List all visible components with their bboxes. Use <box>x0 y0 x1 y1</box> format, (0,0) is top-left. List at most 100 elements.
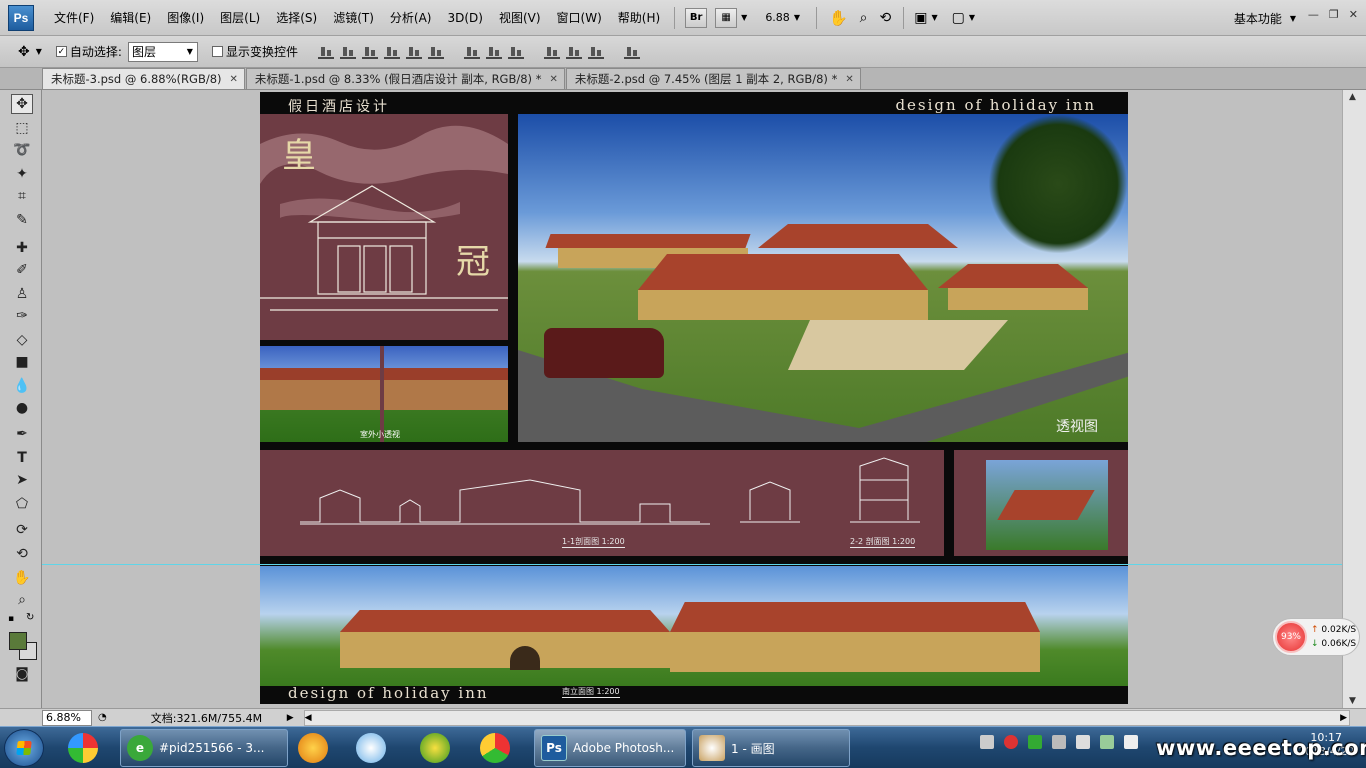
app-icon-ball[interactable] <box>480 733 510 763</box>
photoshop-logo[interactable]: Ps <box>8 4 34 31</box>
taskbar-photoshop[interactable]: Ps Adobe Photosh... <box>534 729 686 767</box>
foreground-color-swatch[interactable] <box>9 632 27 650</box>
menu-file[interactable]: 文件(F) <box>46 0 102 36</box>
magic-wand-tool-icon[interactable]: ✦ <box>11 164 33 184</box>
align-hcenter-icon[interactable] <box>405 45 422 59</box>
volume-icon[interactable] <box>1124 735 1138 749</box>
align-right-icon[interactable] <box>427 45 444 59</box>
chevron-down-icon[interactable]: ▼ <box>36 47 42 56</box>
menu-layer[interactable]: 图层(L) <box>212 0 268 36</box>
crop-tool-icon[interactable]: ⌗ <box>11 186 33 206</box>
move-tool-preset-icon[interactable]: ✥ <box>18 44 30 60</box>
menu-3d[interactable]: 3D(D) <box>439 0 490 36</box>
horizontal-scrollbar[interactable]: ◀ ▶ <box>303 709 1350 726</box>
menu-analysis[interactable]: 分析(A) <box>382 0 440 36</box>
distribute-left-icon[interactable] <box>543 45 560 59</box>
network-icon[interactable] <box>1100 735 1114 749</box>
default-colors-icon[interactable]: ▪ <box>8 614 14 624</box>
app-icon-green[interactable] <box>420 733 450 763</box>
align-left-icon[interactable] <box>383 45 400 59</box>
align-vcenter-icon[interactable] <box>339 45 356 59</box>
3d-orbit-tool-icon[interactable]: ⟲ <box>11 544 33 564</box>
auto-select-checkbox[interactable]: ✓ <box>55 46 67 57</box>
quick-mask-icon[interactable]: ◙ <box>11 664 33 684</box>
pen-tool-icon[interactable]: ✒ <box>11 424 33 444</box>
close-icon[interactable]: ✕ <box>845 74 853 85</box>
taskbar-browser[interactable]: e #pid251566 - 3... <box>120 729 288 767</box>
nvidia-icon[interactable] <box>1028 735 1042 749</box>
canvas-area[interactable]: 假日酒店设计 design of holiday inn 皇 冠 室外小透视 透… <box>42 90 1342 708</box>
hand-tool-icon[interactable]: ✋ <box>829 9 848 27</box>
status-options-icon[interactable]: ◔ <box>98 712 107 723</box>
distribute-top-icon[interactable] <box>463 45 480 59</box>
restore-icon[interactable]: ❐ <box>1329 8 1339 21</box>
scroll-up-icon[interactable]: ▲ <box>1349 92 1356 102</box>
start-button[interactable] <box>4 729 44 767</box>
bridge-button[interactable]: Br <box>685 7 708 28</box>
auto-align-layers-icon[interactable] <box>623 45 640 59</box>
brush-tool-icon[interactable]: ✐ <box>11 260 33 280</box>
security-icon[interactable] <box>1004 735 1018 749</box>
zoom-level-select[interactable]: 6.88 <box>761 11 794 24</box>
tab-document-2[interactable]: 未标题-2.psd @ 7.45% (图层 1 副本 2, RGB/8) * ✕ <box>565 68 861 89</box>
tab-document-1[interactable]: 未标题-1.psd @ 8.33% (假日酒店设计 副本, RGB/8) * ✕ <box>245 68 565 89</box>
eraser-tool-icon[interactable]: ◇ <box>11 330 33 350</box>
chevron-down-icon[interactable]: ▼ <box>794 13 800 22</box>
horizontal-guide[interactable] <box>42 564 1342 565</box>
gradient-tool-icon[interactable]: ■ <box>11 352 33 372</box>
tab-document-3[interactable]: 未标题-3.psd @ 6.88%(RGB/8) ✕ <box>42 68 245 89</box>
document-size-info[interactable]: 文档:321.6M/755.4M <box>151 710 287 726</box>
close-icon[interactable]: ✕ <box>230 74 238 85</box>
rotate-view-icon[interactable]: ⟲ <box>880 10 892 26</box>
taskbar-paint[interactable]: 1 - 画图 <box>692 729 850 767</box>
menu-view[interactable]: 视图(V) <box>491 0 549 36</box>
kuaibo-icon[interactable] <box>298 733 328 763</box>
workspace-switcher[interactable]: 基本功能 ▼ <box>1234 0 1296 36</box>
auto-select-dropdown[interactable]: 图层 ▼ <box>127 41 198 62</box>
scroll-left-icon[interactable]: ◀ <box>305 713 313 723</box>
dodge-tool-icon[interactable]: ● <box>11 398 33 418</box>
menu-window[interactable]: 窗口(W) <box>549 0 610 36</box>
scroll-right-icon[interactable]: ▶ <box>1340 713 1347 723</box>
lasso-tool-icon[interactable]: ➰ <box>11 140 33 160</box>
scroll-down-icon[interactable]: ▼ <box>1349 696 1356 706</box>
align-bottom-icon[interactable] <box>361 45 378 59</box>
chevron-down-icon[interactable]: ▼ <box>741 13 747 22</box>
menu-edit[interactable]: 编辑(E) <box>102 0 159 36</box>
chevron-down-icon[interactable]: ▼ <box>931 13 937 22</box>
healing-brush-tool-icon[interactable]: ✚ <box>11 238 33 258</box>
distribute-bottom-icon[interactable] <box>507 45 524 59</box>
view-extras-icon[interactable]: ▦ <box>715 7 738 28</box>
align-top-icon[interactable] <box>317 45 334 59</box>
media-player-icon[interactable] <box>356 733 386 763</box>
chevron-down-icon[interactable]: ▼ <box>969 13 975 22</box>
network-monitor-widget[interactable]: 93% ↑ 0.02K/S ↓ 0.06K/S <box>1272 618 1360 656</box>
distribute-hcenter-icon[interactable] <box>565 45 582 59</box>
document-canvas[interactable]: 假日酒店设计 design of holiday inn 皇 冠 室外小透视 透… <box>260 92 1128 704</box>
menu-image[interactable]: 图像(I) <box>159 0 212 36</box>
show-transform-checkbox[interactable] <box>211 46 223 57</box>
arrange-documents-icon[interactable]: ▣ <box>914 10 927 26</box>
menu-help[interactable]: 帮助(H) <box>610 0 668 36</box>
power-icon[interactable] <box>1076 735 1090 749</box>
zoom-tool-icon[interactable]: ⌕ <box>11 590 33 610</box>
shape-tool-icon[interactable]: ⬠ <box>11 494 33 514</box>
move-tool-icon[interactable]: ✥ <box>11 94 33 114</box>
photo-app-icon[interactable] <box>68 733 98 763</box>
close-icon[interactable]: ✕ <box>1349 8 1358 21</box>
status-menu-arrow-icon[interactable]: ▶ <box>287 713 294 723</box>
clone-stamp-tool-icon[interactable]: ♙ <box>11 284 33 304</box>
blur-tool-icon[interactable]: 💧 <box>11 376 33 396</box>
distribute-vcenter-icon[interactable] <box>485 45 502 59</box>
distribute-right-icon[interactable] <box>587 45 604 59</box>
3d-rotate-tool-icon[interactable]: ⟳ <box>11 520 33 540</box>
path-selection-tool-icon[interactable]: ➤ <box>11 470 33 490</box>
screen-mode-icon[interactable]: ▢ <box>952 10 965 26</box>
zoom-input[interactable]: 6.88% <box>42 709 92 726</box>
zoom-tool-icon[interactable]: ⌕ <box>860 10 868 26</box>
device-icon[interactable] <box>1052 735 1066 749</box>
show-transform-option[interactable]: 显示变换控件 <box>211 43 298 60</box>
hand-tool-icon[interactable]: ✋ <box>11 568 33 588</box>
marquee-tool-icon[interactable]: ⬚ <box>11 118 33 138</box>
eyedropper-tool-icon[interactable]: ✎ <box>11 210 33 230</box>
